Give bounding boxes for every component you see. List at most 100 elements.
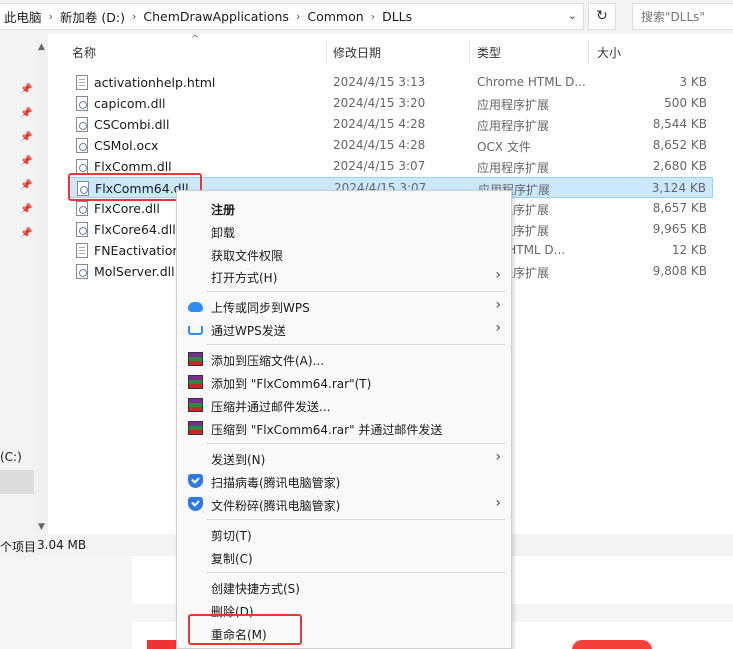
breadcrumb-separator-icon[interactable]: › <box>46 10 56 23</box>
file-type: 应用程序扩展 <box>477 119 550 133</box>
address-bar: 此电脑 › 新加卷 (D:) › ChemDrawApplications › … <box>0 0 733 34</box>
menu-item-compress-rar-email[interactable]: 压缩到 "FlxComm64.rar" 并通过邮件发送 <box>177 417 511 439</box>
pin-icon: 📌 <box>20 228 33 239</box>
menu-separator <box>207 519 505 520</box>
column-date[interactable]: 修改日期 <box>333 44 381 61</box>
file-row[interactable]: activationhelp.html 2024/4/15 3:13 Chrom… <box>68 72 713 93</box>
dll-file-icon <box>76 264 88 279</box>
pin-icon: 📌 <box>20 84 33 95</box>
file-name: FlxCore.dll <box>94 201 160 216</box>
file-size: 12 KB <box>671 243 707 257</box>
chevron-down-icon[interactable]: ⌄ <box>568 9 577 22</box>
submenu-arrow-icon: › <box>495 495 501 511</box>
menu-item-scan-virus[interactable]: 扫描病毒(腾讯电脑管家) <box>177 470 511 492</box>
winrar-icon <box>188 352 203 366</box>
file-size: 9,808 KB <box>652 264 707 278</box>
breadcrumb[interactable]: 此电脑 › 新加卷 (D:) › ChemDrawApplications › … <box>0 3 584 30</box>
file-name: activationhelp.html <box>94 75 216 90</box>
menu-item-register[interactable]: 注册 <box>177 197 511 219</box>
tencent-shield-icon <box>188 474 203 488</box>
pin-icon: 📌 <box>20 108 33 119</box>
file-size: 2,680 KB <box>652 159 707 173</box>
winrar-icon <box>188 421 203 435</box>
file-name: FNEactivationh <box>94 243 189 258</box>
menu-item-label: 通过WPS发送 <box>211 324 286 338</box>
file-row[interactable]: CSCombi.dll 2024/4/15 4:28 应用程序扩展 8,544 … <box>68 114 713 135</box>
breadcrumb-this-pc[interactable]: 此电脑 <box>0 7 46 26</box>
menu-item-create-shortcut[interactable]: 创建快捷方式(S) <box>177 576 511 598</box>
menu-separator <box>207 291 505 292</box>
menu-item-take-ownership[interactable]: 获取文件权限 <box>177 243 511 265</box>
submenu-arrow-icon: › <box>495 320 501 336</box>
menu-item-unregister[interactable]: 卸载 <box>177 220 511 242</box>
menu-item-copy[interactable]: 复制(C) <box>177 546 511 568</box>
file-name: capicom.dll <box>94 96 166 111</box>
column-name[interactable]: 名称 <box>72 44 96 61</box>
menu-item-compress-email[interactable]: 压缩并通过邮件发送... <box>177 394 511 416</box>
winrar-icon <box>188 375 203 389</box>
column-divider[interactable] <box>588 40 589 64</box>
scroll-down-icon[interactable]: ▼ <box>38 522 45 532</box>
menu-item-label: 注册 <box>211 203 236 217</box>
submenu-arrow-icon: › <box>495 267 501 283</box>
status-selected-size: 3.04 MB <box>37 538 87 552</box>
menu-item-send-to[interactable]: 发送到(N) › <box>177 447 511 469</box>
refresh-button[interactable]: ↻ <box>588 3 616 30</box>
breadcrumb-common[interactable]: Common <box>303 9 367 24</box>
menu-item-label: 文件粉碎(腾讯电脑管家) <box>211 499 341 513</box>
dll-file-icon <box>76 159 88 174</box>
html-file-icon <box>76 75 88 90</box>
nav-scrollbar[interactable]: ▲ ▼ <box>36 40 48 534</box>
column-header: ^ 名称 修改日期 类型 大小 <box>48 34 733 70</box>
file-row[interactable]: capicom.dll 2024/4/15 3:20 应用程序扩展 500 KB <box>68 93 713 114</box>
file-size: 8,544 KB <box>652 117 707 131</box>
column-type[interactable]: 类型 <box>477 44 501 61</box>
column-divider[interactable] <box>326 40 327 64</box>
breadcrumb-separator-icon[interactable]: › <box>368 10 378 23</box>
file-date: 2024/4/15 4:28 <box>333 117 426 131</box>
background-tag <box>147 640 177 649</box>
sort-indicator-icon: ^ <box>191 34 200 45</box>
breadcrumb-chemdraw[interactable]: ChemDrawApplications <box>139 9 293 24</box>
nav-item-drive-c[interactable]: (C:) <box>0 450 22 464</box>
column-size[interactable]: 大小 <box>597 44 621 61</box>
file-name: MolServer.dll <box>94 264 175 279</box>
menu-item-label: 发送到(N) <box>211 453 266 467</box>
breadcrumb-separator-icon[interactable]: › <box>293 10 303 23</box>
file-type: Chrome HTML D... <box>477 75 586 89</box>
menu-separator <box>207 344 505 345</box>
file-size: 8,652 KB <box>652 138 707 152</box>
breadcrumb-separator-icon[interactable]: › <box>129 10 139 23</box>
menu-item-add-to-rar[interactable]: 添加到 "FlxComm64.rar"(T) <box>177 371 511 393</box>
menu-item-wps-send[interactable]: 通过WPS发送 › <box>177 318 511 340</box>
highlight-rename <box>188 614 302 645</box>
winrar-icon <box>188 398 203 412</box>
menu-item-cut[interactable]: 剪切(T) <box>177 523 511 545</box>
menu-item-add-archive[interactable]: 添加到压缩文件(A)... <box>177 348 511 370</box>
file-date: 2024/4/15 3:20 <box>333 96 426 110</box>
breadcrumb-dlls[interactable]: DLLs <box>378 9 416 24</box>
scroll-up-icon[interactable]: ▲ <box>38 42 45 52</box>
menu-item-label: 压缩到 "FlxComm64.rar" 并通过邮件发送 <box>211 423 443 437</box>
column-divider[interactable] <box>469 40 470 64</box>
file-date: 2024/4/15 4:28 <box>333 138 426 152</box>
search-input[interactable] <box>632 3 733 30</box>
menu-item-shred-file[interactable]: 文件粉碎(腾讯电脑管家) › <box>177 493 511 515</box>
background-button <box>572 640 652 649</box>
file-type: OCX 文件 <box>477 140 531 154</box>
file-name: FlxComm.dll <box>94 159 172 174</box>
breadcrumb-drive-d[interactable]: 新加卷 (D:) <box>56 7 129 26</box>
pin-icon: 📌 <box>20 204 33 215</box>
dll-file-icon <box>76 201 88 216</box>
nav-item-selected[interactable] <box>0 470 34 494</box>
dll-file-icon <box>76 222 88 237</box>
menu-item-open-with[interactable]: 打开方式(H) › <box>177 265 511 287</box>
menu-separator <box>207 572 505 573</box>
file-row[interactable]: CSMol.ocx 2024/4/15 4:28 OCX 文件 8,652 KB <box>68 135 713 156</box>
pin-icon: 📌 <box>20 180 33 191</box>
file-date: 2024/4/15 3:13 <box>333 75 426 89</box>
submenu-arrow-icon: › <box>495 449 501 465</box>
menu-item-label: 压缩并通过邮件发送... <box>211 400 331 414</box>
menu-item-wps-upload[interactable]: 上传或同步到WPS › <box>177 295 511 317</box>
html-file-icon <box>76 243 88 258</box>
